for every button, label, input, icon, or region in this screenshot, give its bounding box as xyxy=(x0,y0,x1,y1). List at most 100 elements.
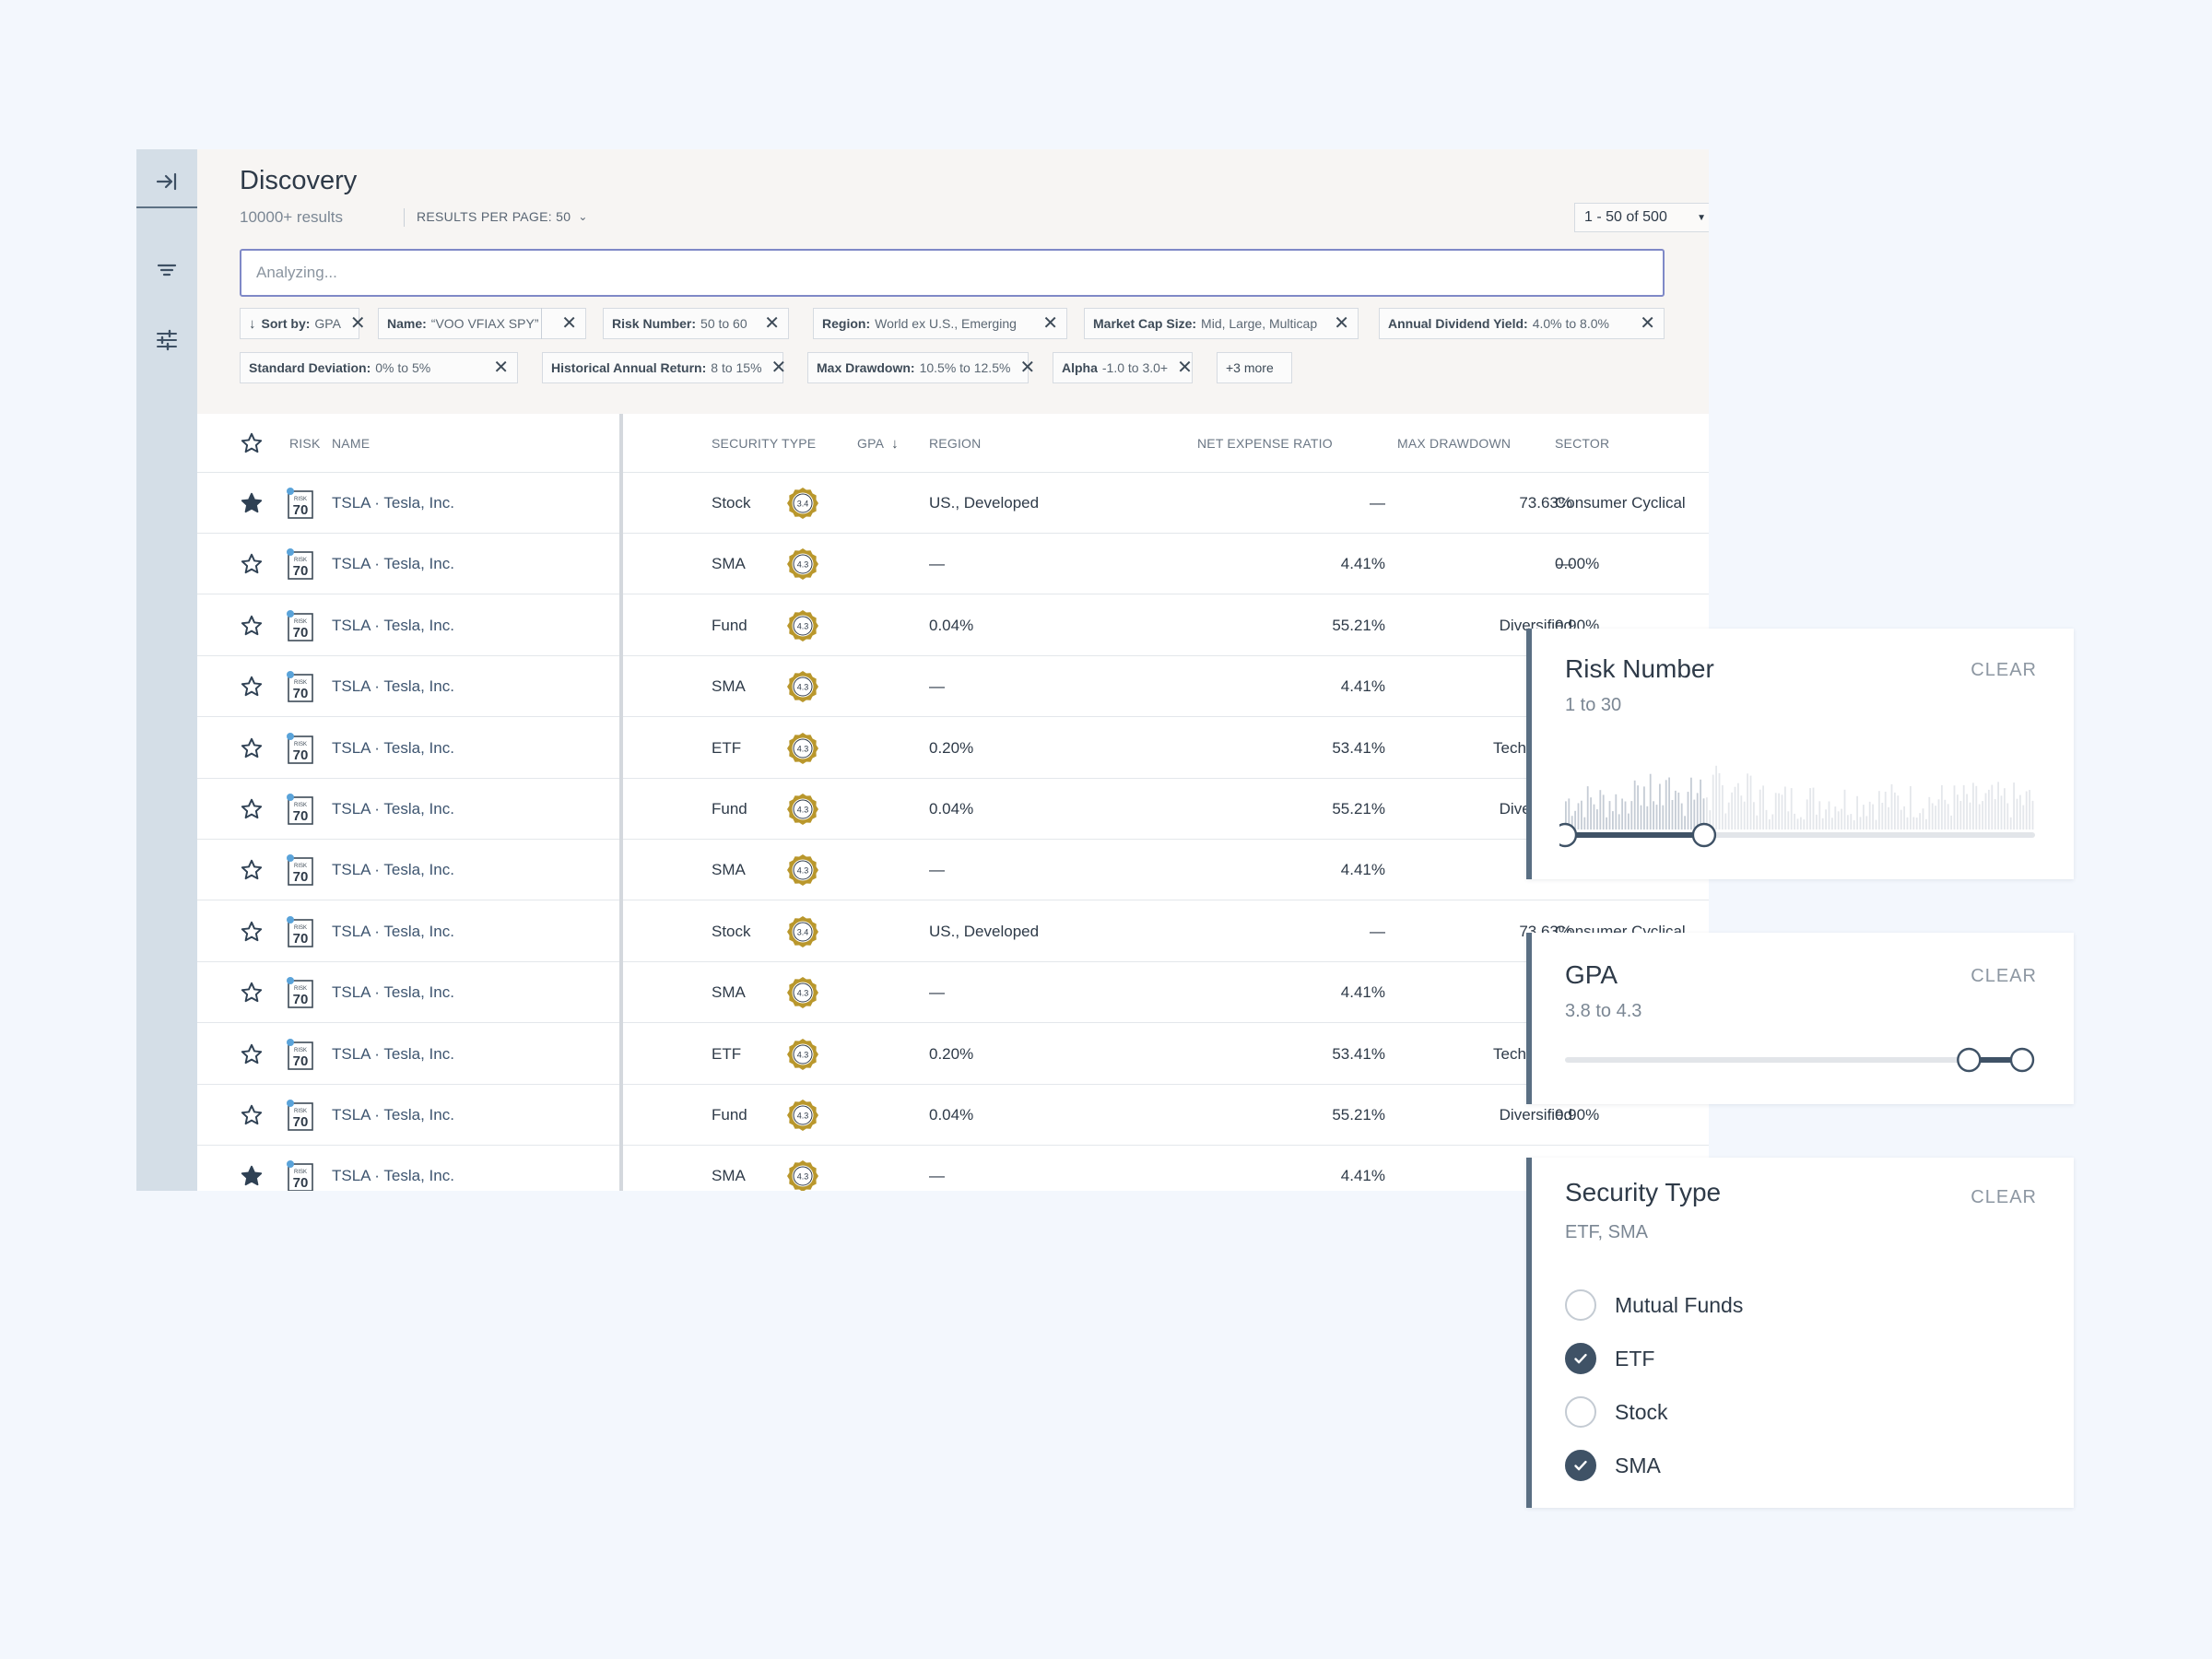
filter-chip[interactable]: ↓ Sort by: GPA ✕ xyxy=(240,308,366,339)
gpa-range-slider[interactable] xyxy=(1559,1040,2039,1077)
close-icon[interactable]: ✕ xyxy=(552,314,577,333)
filter-chip-value: Mid, Large, Multicap xyxy=(1201,316,1318,331)
checkbox-unchecked[interactable] xyxy=(1565,1289,1596,1321)
results-per-page-dropdown[interactable]: RESULTS PER PAGE: 50 ⌄ xyxy=(417,209,588,224)
filter-chip[interactable]: Standard Deviation: 0% to 5% ✕ xyxy=(240,352,518,383)
close-icon[interactable]: ✕ xyxy=(755,314,780,333)
table-row[interactable]: RISK 70 TSLA · Tesla, Inc. Fund 4.3 0.04% 55.2… xyxy=(197,1085,1709,1146)
search-input[interactable] xyxy=(240,249,1665,297)
security-type-option[interactable]: SMA xyxy=(1565,1447,1661,1484)
security-name-link[interactable]: TSLA · Tesla, Inc. xyxy=(332,840,454,900)
filter-chip[interactable]: Name: “VOO VFIAX SPY” ✕ xyxy=(378,308,586,339)
table-row[interactable]: RISK70TSLA · Tesla, Inc.SMA4.3—4.41%—0.0… xyxy=(197,656,1709,718)
table-row[interactable]: RISK 70 TSLA · Tesla, Inc. Stock 3.4 US., Dev… xyxy=(197,901,1709,962)
close-icon[interactable]: ✕ xyxy=(1033,314,1058,333)
favorite-star-icon[interactable] xyxy=(240,1103,264,1127)
security-name-link[interactable]: TSLA · Tesla, Inc. xyxy=(332,962,454,1023)
security-name-link[interactable]: TSLA · Tesla, Inc. xyxy=(332,534,454,594)
table-row[interactable]: RISK70TSLA · Tesla, Inc.SMA4.3—4.41%—0.0… xyxy=(197,962,1709,1024)
security-type-option[interactable]: Mutual Funds xyxy=(1565,1287,1743,1324)
security-name-link[interactable]: TSLA · Tesla, Inc. xyxy=(332,718,454,779)
filter-chip[interactable]: Risk Number: 50 to 60 ✕ xyxy=(603,308,789,339)
security-name-link[interactable]: TSLA · Tesla, Inc. xyxy=(332,1024,454,1085)
histogram-bar xyxy=(1677,792,1680,830)
checkbox-checked[interactable] xyxy=(1565,1343,1596,1374)
close-icon[interactable]: ✕ xyxy=(1324,314,1349,333)
select-all-star-icon[interactable] xyxy=(240,431,264,455)
security-name-link[interactable]: TSLA · Tesla, Inc. xyxy=(332,779,454,840)
security-name-link[interactable]: TSLA · Tesla, Inc. xyxy=(332,1085,454,1146)
filter-chip[interactable]: Alpha -1.0 to 3.0+ ✕ xyxy=(1053,352,1193,383)
close-icon[interactable]: ✕ xyxy=(1010,359,1035,377)
column-header-risk[interactable]: RISK xyxy=(289,414,320,473)
favorite-star-icon[interactable] xyxy=(240,552,264,576)
security-name-link[interactable]: TSLA · Tesla, Inc. xyxy=(332,901,454,962)
close-icon[interactable]: ✕ xyxy=(1630,314,1655,333)
security-name-link[interactable]: TSLA · Tesla, Inc. xyxy=(332,473,454,534)
close-icon[interactable]: ✕ xyxy=(1168,359,1193,377)
column-header-net-expense-ratio[interactable]: NET EXPENSE RATIO xyxy=(1197,414,1333,473)
table-row[interactable]: RISK70TSLA · Tesla, Inc.SMA4.3—4.41%—0.0… xyxy=(197,534,1709,595)
column-header-security-type[interactable]: SECURITY TYPE xyxy=(712,414,816,473)
slider-handle[interactable] xyxy=(1957,1047,1982,1073)
histogram-bar xyxy=(1984,793,1987,830)
favorite-star-icon[interactable] xyxy=(240,1042,264,1066)
expand-sidebar-button[interactable] xyxy=(136,151,197,212)
table-row[interactable]: RISK 70 TSLA · Tesla, Inc. ETF 4.3 0.20% 53.41… xyxy=(197,1024,1709,1085)
filter-button[interactable] xyxy=(136,240,197,300)
table-row[interactable]: RISK 70 TSLA · Tesla, Inc. ETF 4.3 0.20% 53.41… xyxy=(197,718,1709,779)
checkbox-checked[interactable] xyxy=(1565,1450,1596,1481)
favorite-star-icon[interactable] xyxy=(240,981,264,1005)
favorite-star-icon[interactable] xyxy=(240,1164,264,1188)
filter-chip[interactable]: +3 more xyxy=(1217,352,1292,383)
checkbox-unchecked[interactable] xyxy=(1565,1396,1596,1428)
table-row[interactable]: RISK70TSLA · Tesla, Inc.SMA4.3—4.41%—0.0… xyxy=(197,1146,1709,1191)
filter-chip[interactable]: Annual Dividend Yield: 4.0% to 8.0% ✕ xyxy=(1379,308,1665,339)
favorite-star-icon[interactable] xyxy=(240,614,264,638)
clear-button[interactable]: CLEAR xyxy=(1971,966,2037,987)
column-header-sector[interactable]: SECTOR xyxy=(1555,414,1609,473)
column-header-name[interactable]: NAME xyxy=(332,414,370,473)
panel-title: GPA xyxy=(1565,960,1618,989)
histogram-bar xyxy=(1843,789,1846,830)
close-icon[interactable]: ✕ xyxy=(762,359,787,377)
slider-handle[interactable] xyxy=(1691,822,1717,848)
security-type-option[interactable]: ETF xyxy=(1565,1340,1654,1377)
close-icon[interactable]: ✕ xyxy=(341,314,366,333)
risk-distribution-slider[interactable] xyxy=(1559,758,2039,859)
column-header-gpa[interactable]: GPA ↓ xyxy=(857,414,899,474)
table-row[interactable]: RISK70TSLA · Tesla, Inc.SMA4.3—4.41%—0.0… xyxy=(197,840,1709,901)
table-row[interactable]: RISK 70 TSLA · Tesla, Inc. Stock 3.4 US., Dev… xyxy=(197,473,1709,534)
svg-text:3.4: 3.4 xyxy=(797,500,809,509)
filter-chip[interactable]: Max Drawdown: 10.5% to 12.5% ✕ xyxy=(807,352,1035,383)
adjust-columns-button[interactable] xyxy=(136,310,197,371)
histogram-bar xyxy=(1910,786,1912,830)
security-name-link[interactable]: TSLA · Tesla, Inc. xyxy=(332,656,454,717)
filter-chip[interactable]: Historical Annual Return: 8 to 15% ✕ xyxy=(542,352,786,383)
favorite-star-icon[interactable] xyxy=(240,920,264,944)
filter-chip[interactable]: Region: World ex U.S., Emerging ✕ xyxy=(813,308,1067,339)
slider-handle[interactable] xyxy=(2009,1047,2035,1073)
filter-chip[interactable]: Market Cap Size: Mid, Large, Multicap ✕ xyxy=(1084,308,1359,339)
security-name-link[interactable]: TSLA · Tesla, Inc. xyxy=(332,595,454,656)
favorite-star-icon[interactable] xyxy=(240,736,264,760)
favorite-star-icon[interactable] xyxy=(240,797,264,821)
slider-handle[interactable] xyxy=(1559,822,1578,848)
security-name-link[interactable]: TSLA · Tesla, Inc. xyxy=(332,1146,454,1191)
table-row[interactable]: RISK 70 TSLA · Tesla, Inc. Fund 4.3 0.04% 55.2… xyxy=(197,595,1709,656)
histogram-bar xyxy=(1865,816,1868,830)
favorite-star-icon[interactable] xyxy=(240,858,264,882)
frozen-column-divider[interactable] xyxy=(619,414,623,1191)
column-header-region[interactable]: REGION xyxy=(929,414,981,473)
clear-button[interactable]: CLEAR xyxy=(1971,1187,2037,1208)
clear-button[interactable]: CLEAR xyxy=(1971,660,2037,681)
page-range-select[interactable]: 1 - 50 of 500 ▼ xyxy=(1574,203,1709,232)
column-header-max-drawdown[interactable]: MAX DRAWDOWN xyxy=(1397,414,1511,473)
histogram-bar xyxy=(1643,786,1645,830)
security-type-option[interactable]: Stock xyxy=(1565,1394,1668,1430)
close-icon[interactable]: ✕ xyxy=(484,359,509,377)
slider-track[interactable] xyxy=(1565,1057,2022,1063)
table-row[interactable]: RISK 70 TSLA · Tesla, Inc. Fund 4.3 0.04% 55.2… xyxy=(197,779,1709,840)
favorite-star-icon[interactable] xyxy=(240,675,264,699)
favorite-star-icon[interactable] xyxy=(240,491,264,515)
